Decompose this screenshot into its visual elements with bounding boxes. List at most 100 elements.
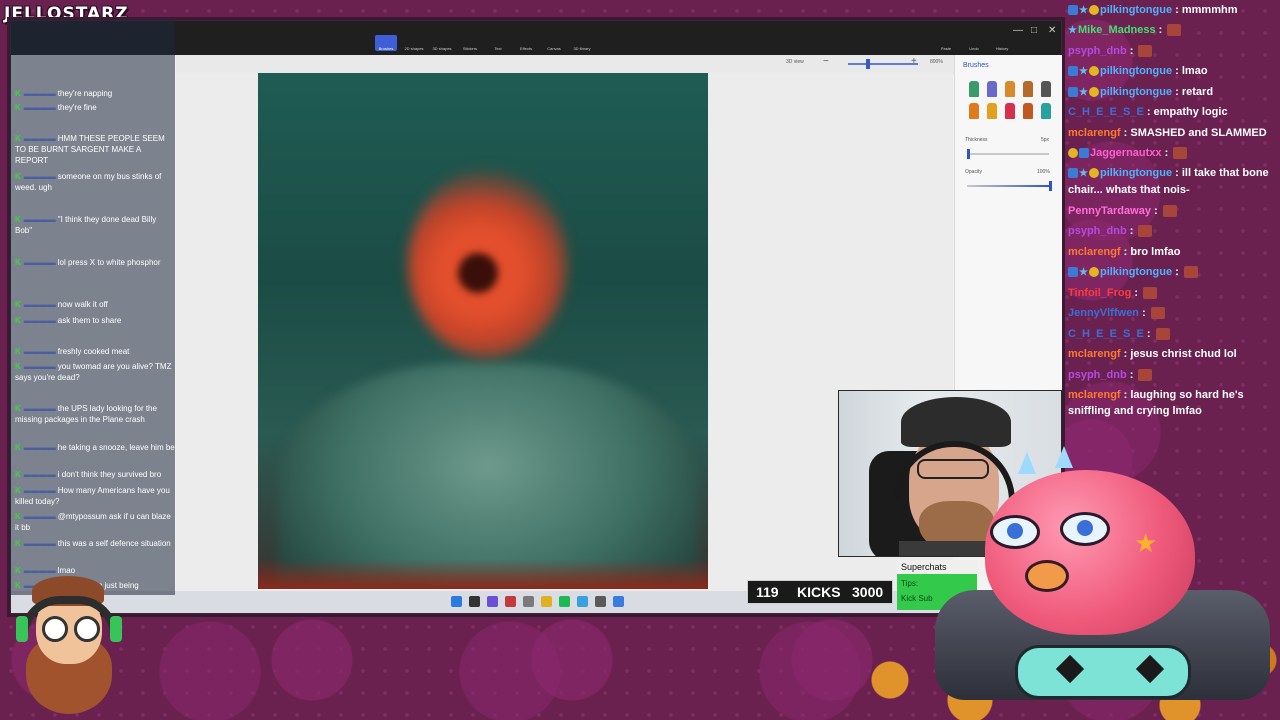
tool-brush-icon[interactable]: Brushes (375, 35, 397, 51)
taskbar-app-icon[interactable] (613, 596, 624, 607)
close-icon[interactable]: ✕ (1048, 25, 1056, 36)
chat-username[interactable]: pilkingtongue (1100, 86, 1172, 98)
action-paste-icon[interactable]: Paste (935, 35, 957, 51)
chat-username[interactable]: C_H_E_E_S_E (1068, 106, 1144, 118)
chat-message: JennyVlffwen : (1068, 303, 1280, 323)
chat-separator: : (1172, 4, 1182, 16)
video-content (258, 73, 708, 589)
kick-badge-icon: K (15, 362, 21, 371)
kick-badge-icon: K (15, 215, 21, 224)
taskbar-app-icon[interactable] (577, 596, 588, 607)
chat-separator: : (1120, 246, 1131, 258)
left-chat-username: ▬▬▬▬ (23, 89, 56, 98)
chat-message: mclarengf : bro lmfao (1068, 242, 1280, 262)
avatar-eye-right (74, 616, 100, 642)
star-badge-icon: ★ (1079, 267, 1088, 278)
chat-username[interactable]: pilkingtongue (1100, 65, 1172, 77)
start-icon[interactable] (451, 596, 462, 607)
chat-message: psyph_dnb : (1068, 365, 1280, 385)
opacity-slider[interactable] (967, 185, 1049, 187)
taskbar-app-icon[interactable] (505, 596, 516, 607)
chat-message: ★ pilkingtongue : retard (1068, 82, 1280, 103)
chat-username[interactable]: Tinfoil_Frog (1068, 287, 1131, 299)
opacity-value[interactable]: 100% (1037, 169, 1050, 175)
tool-canvas-icon[interactable]: Canvas (543, 35, 565, 51)
gold-badge-icon (1088, 66, 1099, 77)
chat-username[interactable]: mclarengf (1068, 348, 1121, 360)
brush-option[interactable] (1041, 103, 1051, 119)
chat-separator: : (1161, 147, 1172, 159)
zoom-in-button[interactable]: + (911, 56, 917, 67)
action-undo-icon[interactable]: Undo (963, 35, 985, 51)
action-history-icon[interactable]: History (991, 35, 1013, 51)
tool-library-icon[interactable]: 3D library (571, 35, 593, 51)
view-3d-toggle[interactable]: 3D view (786, 59, 804, 65)
chat-username[interactable]: pilkingtongue (1100, 4, 1172, 16)
brush-option[interactable] (969, 81, 979, 97)
superchats-tips: Tips: (901, 579, 919, 588)
search-icon[interactable] (469, 596, 480, 607)
zoom-slider[interactable] (848, 63, 918, 65)
taskbar-app-icon[interactable] (523, 596, 534, 607)
taskbar-app-icon[interactable] (559, 596, 570, 607)
chat-username[interactable]: Jaggernautxx (1090, 147, 1162, 159)
thickness-value[interactable]: 5px (1041, 137, 1049, 143)
chat-text: empathy logic (1153, 106, 1228, 118)
chat-text: bro lmfao (1130, 246, 1181, 258)
zoom-out-button[interactable]: − (823, 56, 829, 67)
chat-message: psyph_dnb : (1068, 41, 1280, 61)
tool-shapes-3d-icon[interactable]: 3D shapes (431, 35, 453, 51)
taskbar-app-icon[interactable] (595, 596, 606, 607)
chat-message: ★ pilkingtongue : (1068, 262, 1280, 283)
opacity-slider-knob[interactable] (1049, 181, 1052, 191)
tool-shapes-2d-icon[interactable]: 2D shapes (403, 35, 425, 51)
kick-badge-icon: K (15, 347, 21, 356)
gold-badge-icon (1088, 168, 1099, 179)
sub-badge-icon (1068, 66, 1078, 77)
chat-username[interactable]: psyph_dnb (1068, 225, 1127, 237)
chat-separator: : (1143, 106, 1154, 118)
brush-option[interactable] (1023, 81, 1033, 97)
chat-username[interactable]: Mike_Madness (1078, 24, 1156, 36)
chat-username[interactable]: psyph_dnb (1068, 369, 1127, 381)
brush-option[interactable] (987, 81, 997, 97)
chat-username[interactable]: PennyTardaway (1068, 205, 1151, 217)
left-chat-username: ▬▬▬▬ (23, 316, 56, 325)
zoom-slider-knob[interactable] (866, 59, 870, 69)
chat-username[interactable]: JennyVlffwen (1068, 307, 1139, 319)
thickness-slider[interactable] (967, 153, 1049, 155)
taskbar-app-icon[interactable] (541, 596, 552, 607)
thickness-slider-knob[interactable] (967, 149, 970, 159)
chat-text: retard (1181, 86, 1214, 98)
chat-username[interactable]: mclarengf (1068, 127, 1121, 139)
chat-username[interactable]: pilkingtongue (1100, 266, 1172, 278)
chat-separator: : (1120, 389, 1131, 401)
brush-option[interactable] (987, 103, 997, 119)
tool-effects-icon[interactable]: Effects (515, 35, 537, 51)
left-chat-message: K ▬▬▬▬ HMM THESE PEOPLE SEEM TO BE BURNT S… (15, 133, 175, 166)
chat-message: PennyTardaway : (1068, 201, 1280, 221)
chat-message: Jaggernautxx : (1068, 143, 1280, 163)
brush-option[interactable] (1041, 81, 1051, 97)
brush-option[interactable] (969, 103, 979, 119)
chat-username[interactable]: mclarengf (1068, 246, 1121, 258)
taskbar-app-icon[interactable] (487, 596, 498, 607)
brush-option[interactable] (1023, 103, 1033, 119)
chat-message: ★Mike_Madness : (1068, 20, 1280, 41)
tool-sticker-icon[interactable]: Stickers (459, 35, 481, 51)
maximize-icon[interactable]: □ (1031, 25, 1037, 36)
chat-username[interactable]: pilkingtongue (1100, 167, 1172, 179)
minimize-icon[interactable]: — (1013, 25, 1023, 36)
chat-separator: : (1126, 45, 1137, 57)
gold-badge-icon (1068, 148, 1078, 159)
chat-username[interactable]: C_H_E_E_S_E (1068, 328, 1144, 340)
brush-option[interactable] (1005, 81, 1015, 97)
kick-badge-icon: K (15, 443, 21, 452)
left-chat-message: K ▬▬▬▬ ask them to share (15, 315, 175, 326)
mascot-horn-left (1018, 452, 1036, 474)
chat-username[interactable]: psyph_dnb (1068, 45, 1127, 57)
chat-username[interactable]: mclarengf (1068, 389, 1121, 401)
left-chat-message: K ▬▬▬▬ "I think they done dead Billy Bob" (15, 214, 175, 236)
brush-option[interactable] (1005, 103, 1015, 119)
tool-text-icon[interactable]: Text (487, 35, 509, 51)
